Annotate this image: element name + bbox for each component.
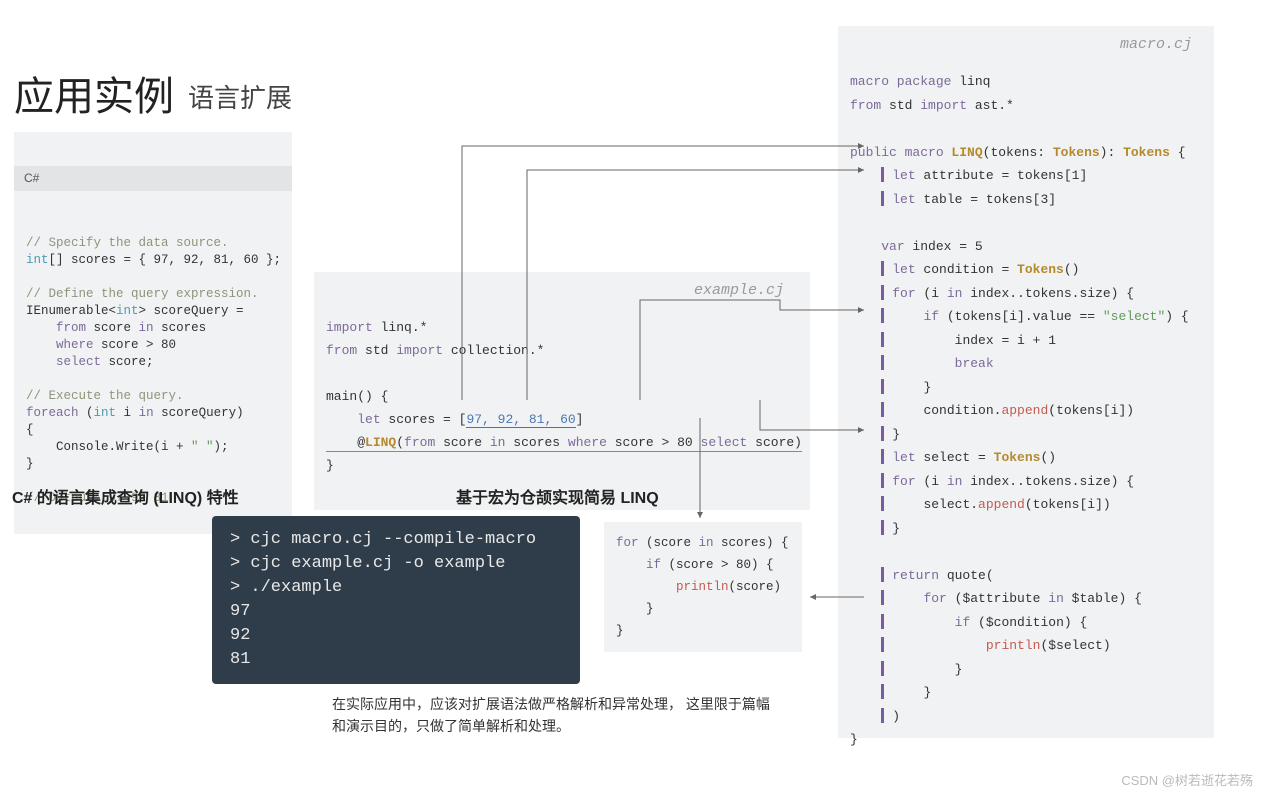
page-title: 应用实例 (14, 64, 174, 122)
csharp-code-box: C# // Specify the data source. int[] sco… (14, 132, 292, 534)
page-subtitle: 语言扩展 (188, 78, 292, 115)
csharp-body: // Specify the data source. int[] scores… (14, 225, 292, 517)
caption-linq: 基于宏为仓颉实现简易 LINQ (456, 484, 659, 508)
macro-body: macro package linq from std import ast.*… (838, 60, 1214, 762)
macro-code-box: macro package linq from std import ast.*… (838, 26, 1214, 738)
macro-filename: macro.cj (1120, 36, 1192, 53)
terminal-output: > cjc macro.cj --compile-macro > cjc exa… (212, 516, 580, 684)
watermark: CSDN @树若逝花若殇 (1121, 770, 1253, 789)
expanded-code-box: for (score in scores) { if (score > 80) … (604, 522, 802, 652)
csharp-header: C# (14, 166, 292, 191)
example-code-box: import linq.* from std import collection… (314, 272, 810, 510)
example-filename: example.cj (694, 282, 784, 299)
footnote: 在实际应用中，应该对扩展语法做严格解析和异常处理， 这里限于篇幅和演示目的，只做… (332, 693, 772, 737)
example-body: import linq.* from std import collection… (314, 306, 810, 487)
caption-csharp: C# 的语言集成查询 (LINQ) 特性 (12, 484, 239, 508)
